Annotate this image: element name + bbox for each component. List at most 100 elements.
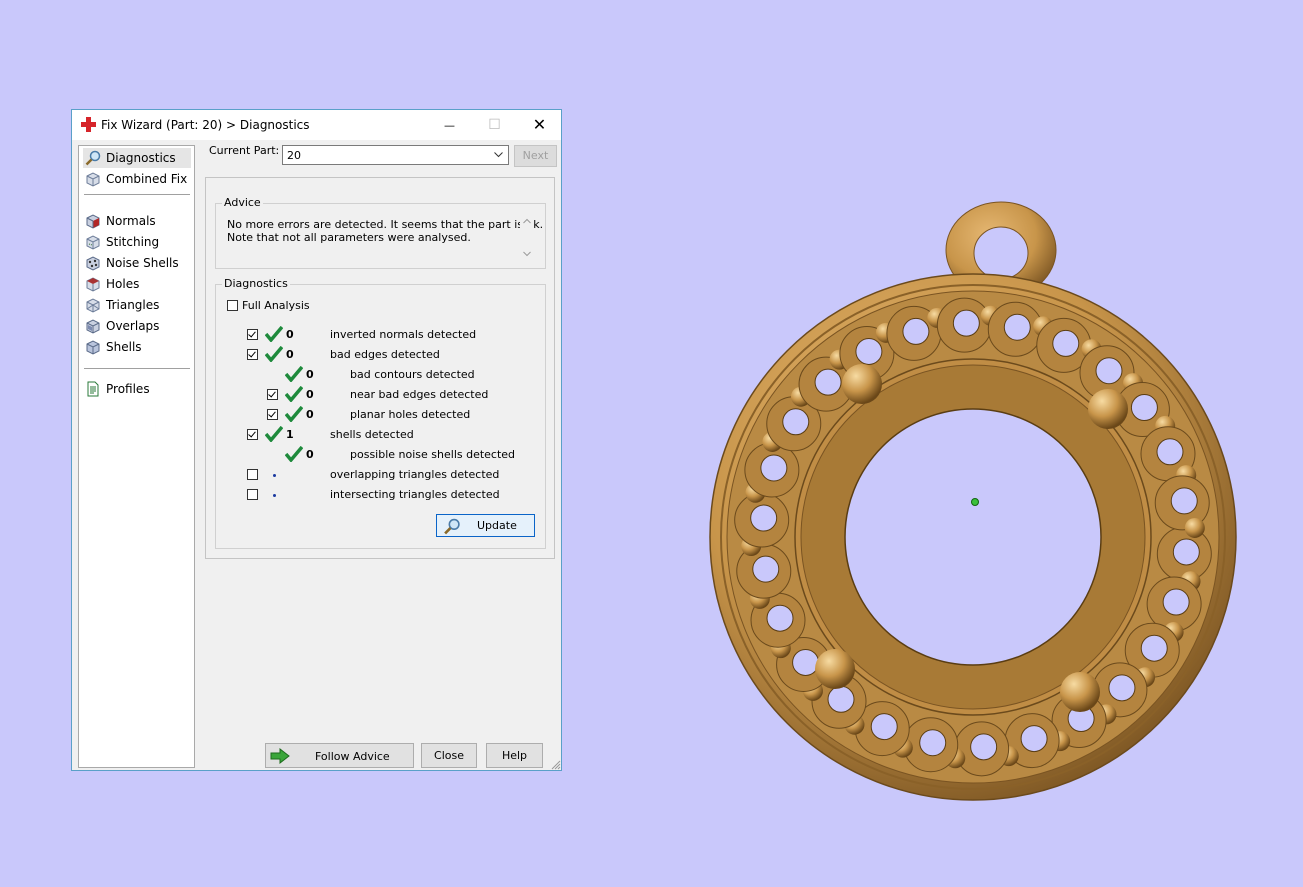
ring-hole-opening <box>1140 634 1168 662</box>
ring-hole-opening <box>855 337 883 365</box>
green-check-icon <box>285 386 303 402</box>
diag-count: 1 <box>286 428 294 441</box>
help-button[interactable]: Help <box>486 743 543 768</box>
nav-item-diagnostics[interactable]: Diagnostics <box>83 148 191 168</box>
ring-hole-opening <box>782 408 810 436</box>
green-check-icon <box>285 446 303 462</box>
close-window-button[interactable]: ✕ <box>517 110 562 140</box>
follow-advice-label: Follow Advice <box>315 750 390 763</box>
ring-hole-opening <box>750 504 778 532</box>
fix-wizard-dialog: Fix Wizard (Part: 20) > Diagnostics — ☐ … <box>71 109 562 771</box>
ring-hole-opening <box>919 729 947 757</box>
nav-item-overlaps[interactable]: Overlaps <box>83 316 191 336</box>
nav-separator <box>84 368 190 369</box>
current-part-select[interactable]: 20 <box>282 145 509 165</box>
follow-advice-button[interactable]: Follow Advice <box>265 743 414 768</box>
maximize-icon: ☐ <box>488 117 501 133</box>
nav-item-profiles[interactable]: Profiles <box>83 379 191 399</box>
current-part-label: Current Part: <box>209 144 280 157</box>
update-button[interactable]: Update <box>436 514 535 537</box>
nav-item-label: Shells <box>106 340 142 354</box>
wizard-nav-list: Diagnostics Combined Fix Normals Stitchi… <box>78 145 195 768</box>
nav-item-holes[interactable]: Holes <box>83 274 191 294</box>
diag-count: 0 <box>286 348 294 361</box>
diag-checkbox-overlapping-triangles[interactable] <box>247 469 258 480</box>
nav-item-normals[interactable]: Normals <box>83 211 191 231</box>
diag-count: 0 <box>306 408 314 421</box>
nav-item-shells[interactable]: Shells <box>83 337 191 357</box>
nav-item-stitching[interactable]: Stitching <box>83 232 191 252</box>
full-analysis-label: Full Analysis <box>242 299 310 312</box>
diag-checkbox-intersecting-triangles[interactable] <box>247 489 258 500</box>
diag-label: bad contours detected <box>350 368 475 381</box>
resize-grip-icon[interactable] <box>551 760 561 770</box>
diag-checkbox-planar-holes[interactable] <box>267 409 278 420</box>
scroll-down-icon[interactable] <box>523 251 531 257</box>
ring-hole-opening <box>1162 588 1190 616</box>
current-part-value: 20 <box>287 149 301 162</box>
green-check-icon <box>265 346 283 362</box>
ring-hole-opening <box>1020 725 1048 753</box>
window-title: Fix Wizard (Part: 20) > Diagnostics <box>101 118 310 132</box>
title-bar[interactable]: Fix Wizard (Part: 20) > Diagnostics — ☐ … <box>72 110 561 140</box>
pendant-3d-model[interactable] <box>700 195 1250 815</box>
ring-hole-opening <box>1108 674 1136 702</box>
diag-label: inverted normals detected <box>330 328 477 341</box>
ring-hole-opening <box>766 604 794 632</box>
ring-hole-opening <box>902 317 930 345</box>
nav-item-label: Normals <box>106 214 156 228</box>
ring-hole-opening <box>1095 357 1123 385</box>
diag-label: intersecting triangles detected <box>330 488 500 501</box>
next-button[interactable]: Next <box>514 145 557 167</box>
advice-line-2: Note that not all parameters were analys… <box>227 231 471 244</box>
ring-hole-opening <box>1052 329 1080 357</box>
stitching-cube-icon <box>86 235 100 250</box>
nav-item-combined-fix[interactable]: Combined Fix <box>83 169 191 189</box>
green-arrow-icon <box>270 748 290 764</box>
ring-hole-opening <box>760 454 788 482</box>
chevron-down-icon <box>494 152 503 158</box>
ring-hole-opening <box>1170 487 1198 515</box>
diag-checkbox-bad-edges[interactable] <box>247 349 258 360</box>
magnifier-icon <box>85 150 101 166</box>
diag-label: shells detected <box>330 428 414 441</box>
advice-scrollbar[interactable] <box>520 215 534 261</box>
diag-count: 0 <box>306 388 314 401</box>
minimize-button[interactable]: — <box>427 110 472 140</box>
nav-item-noise-shells[interactable]: Noise Shells <box>83 253 191 273</box>
minimize-icon: — <box>444 119 455 132</box>
close-label: Close <box>434 749 464 762</box>
diag-count: 0 <box>306 448 314 461</box>
green-check-icon <box>265 426 283 442</box>
advice-title: Advice <box>222 196 263 209</box>
ring-hole-opening <box>752 555 780 583</box>
diagnostics-group: Diagnostics Full Analysis 0 inverted nor… <box>215 277 546 549</box>
overlaps-cube-icon <box>86 319 100 334</box>
nav-item-triangles[interactable]: Triangles <box>83 295 191 315</box>
green-check-icon <box>285 406 303 422</box>
red-cross-icon <box>81 117 96 132</box>
nav-item-label: Combined Fix <box>106 172 188 186</box>
diag-checkbox-inverted-normals[interactable] <box>247 329 258 340</box>
diag-label: overlapping triangles detected <box>330 468 500 481</box>
ring-hole-opening <box>1003 313 1031 341</box>
diag-checkbox-near-bad-edges[interactable] <box>267 389 278 400</box>
nav-item-label: Noise Shells <box>106 256 179 270</box>
shells-cube-icon <box>86 340 100 355</box>
ring-hole-opening <box>870 713 898 741</box>
help-label: Help <box>501 749 528 762</box>
diag-checkbox-shells[interactable] <box>247 429 258 440</box>
full-analysis-checkbox[interactable] <box>227 300 238 311</box>
ring-hole-opening <box>814 368 842 396</box>
magnifier-icon <box>444 518 460 535</box>
advice-group: Advice No more errors are detected. It s… <box>215 196 546 269</box>
ring-hole-opening <box>1172 538 1200 566</box>
noise-shells-icon <box>86 256 100 271</box>
nav-separator <box>84 194 190 195</box>
not-analysed-dot-icon <box>273 494 276 497</box>
scroll-up-icon[interactable] <box>523 218 531 224</box>
green-check-icon <box>265 326 283 342</box>
maximize-button[interactable]: ☐ <box>472 110 517 140</box>
close-button[interactable]: Close <box>421 743 477 768</box>
cube-icon <box>86 172 100 187</box>
